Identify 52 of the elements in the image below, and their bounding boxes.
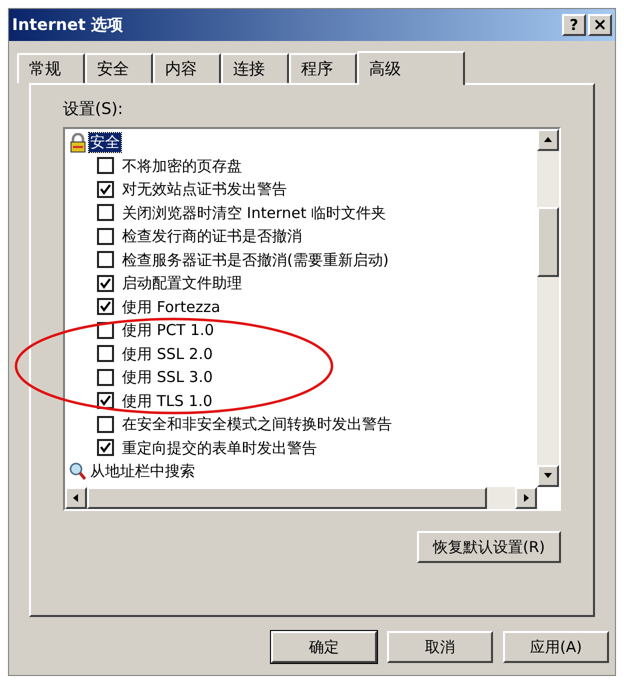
scrollbar-thumb[interactable]: [87, 487, 487, 509]
checkbox[interactable]: [97, 392, 114, 410]
checkbox[interactable]: [97, 345, 114, 362]
setting-label: 启动配置文件助理: [122, 273, 242, 294]
search-icon: [69, 461, 87, 481]
checkbox[interactable]: [97, 251, 114, 268]
setting-label: 使用 TLS 1.0: [122, 390, 212, 412]
checkbox[interactable]: [97, 228, 114, 245]
dialog-button[interactable]: 应用(A): [503, 631, 609, 663]
checkbox[interactable]: [97, 204, 114, 222]
scroll-arrow-button[interactable]: [537, 465, 559, 487]
arrow-up-icon: [543, 135, 553, 145]
checkbox[interactable]: [97, 368, 114, 386]
setting-label: 在安全和非安全模式之间转换时发出警告: [122, 414, 392, 435]
tab[interactable]: 常规: [17, 53, 85, 83]
dialog-button[interactable]: 确定: [271, 631, 377, 663]
setting-label: 对无效站点证书发出警告: [122, 179, 287, 200]
setting-label: 使用 Fortezza: [122, 296, 220, 318]
lock-icon: [69, 132, 87, 152]
tab[interactable]: 内容: [153, 53, 221, 83]
scroll-arrow-button[interactable]: [537, 129, 559, 151]
checkbox[interactable]: [97, 298, 114, 316]
window-title: Internet 选项: [12, 14, 124, 36]
checkbox[interactable]: [97, 180, 114, 198]
setting-label: 关闭浏览器时清空 Internet 临时文件夹: [122, 202, 386, 224]
scrollbar-thumb[interactable]: [537, 207, 559, 277]
scroll-arrow-button[interactable]: [515, 487, 537, 509]
setting-label: 使用 SSL 2.0: [122, 344, 213, 364]
checkbox[interactable]: [97, 416, 114, 433]
checkbox[interactable]: [97, 274, 114, 292]
setting-label: 重定向提交的表单时发出警告: [122, 438, 317, 458]
tab[interactable]: 程序: [289, 53, 357, 83]
setting-label: 检查服务器证书是否撤消(需要重新启动): [122, 250, 389, 270]
setting-label: 检查发行商的证书是否撤消: [122, 226, 302, 247]
arrow-right-icon: [521, 493, 531, 503]
tab[interactable]: 高级: [357, 51, 465, 85]
arrow-left-icon: [71, 493, 81, 503]
tab[interactable]: 连接: [221, 53, 289, 83]
setting-label: 使用 PCT 1.0: [122, 320, 214, 341]
setting-label: 不将加密的页存盘: [122, 156, 242, 176]
setting-label: 使用 SSL 3.0: [122, 367, 213, 388]
restore-defaults-button[interactable]: 恢复默认设置(R): [416, 531, 561, 563]
scroll-arrow-button[interactable]: [65, 487, 87, 509]
settings-label: 设置(S):: [63, 98, 124, 120]
category-label[interactable]: 安全: [89, 133, 121, 152]
dialog-button[interactable]: 取消: [387, 631, 493, 663]
close-button[interactable]: ×: [588, 14, 612, 36]
help-button[interactable]: ?: [562, 14, 586, 36]
category-label[interactable]: 从地址栏中搜索: [89, 462, 196, 480]
checkbox[interactable]: [97, 157, 114, 174]
checkbox[interactable]: [97, 439, 114, 456]
tab[interactable]: 安全: [85, 53, 153, 83]
